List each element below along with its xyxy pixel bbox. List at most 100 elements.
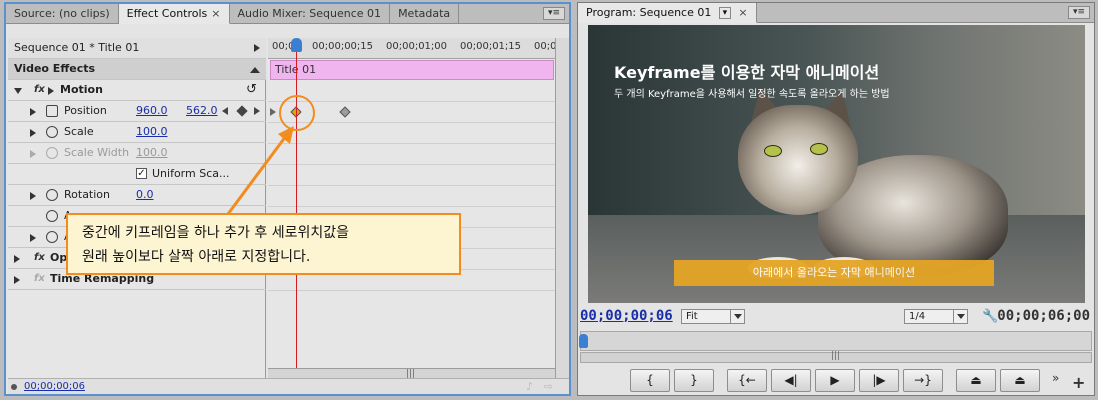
step-forward-button[interactable]: |▶ <box>859 369 899 392</box>
tab-program[interactable]: Program: Sequence 01 ▾ × <box>578 3 757 23</box>
position-label: Position <box>64 104 107 117</box>
playhead-marker-icon <box>11 384 17 390</box>
video-subtitle-text: 두 개의 Keyframe을 사용해서 일정한 속도록 올라오게 하는 방법 <box>614 89 890 100</box>
section-title: Video Effects <box>14 62 96 75</box>
lift-button[interactable]: ⏏ <box>956 369 996 392</box>
rotation-value[interactable]: 0.0 <box>136 185 154 205</box>
row-divider <box>268 206 556 207</box>
scale-value[interactable]: 100.0 <box>136 122 168 142</box>
callout-line-1: 중간에 키프레임을 하나 추가 후 세로위치값을 <box>82 225 349 241</box>
button-editor-plus-icon[interactable]: + <box>1072 373 1085 392</box>
playback-resolution-select[interactable]: 1/4 <box>904 309 968 324</box>
playhead-handle[interactable] <box>291 38 302 52</box>
video-title-text: Keyframe를 이용한 자막 애니메이션 <box>614 63 880 82</box>
scroll-grip-icon: ||| <box>831 351 841 361</box>
chevron-down-icon[interactable] <box>730 310 744 323</box>
rotation-row: Rotation 0.0 <box>8 185 266 206</box>
tab-audio-mixer[interactable]: Audio Mixer: Sequence 01 <box>230 4 391 24</box>
instruction-callout: 중간에 키프레임을 하나 추가 후 세로위치값을 원래 높이보다 살짝 아래로 … <box>66 213 461 275</box>
status-bar: 00;00;00;06 ♪ ⇨ <box>8 378 569 394</box>
stopwatch-icon <box>46 147 58 159</box>
monitor-time-ruler[interactable] <box>579 331 1092 351</box>
sequence-clip-header[interactable]: Sequence 01 * Title 01 <box>8 38 266 59</box>
export-icon: ⇨ <box>543 380 553 393</box>
prev-keyframe-icon[interactable] <box>222 107 228 115</box>
stopwatch-icon[interactable] <box>46 189 58 201</box>
motion-label: Motion <box>60 83 103 96</box>
cat-eye <box>764 145 782 157</box>
panel-menu-icon[interactable]: ▾≡ <box>543 7 565 20</box>
playhead-handle[interactable] <box>579 334 588 348</box>
wrench-icon[interactable]: 🔧 <box>982 309 998 324</box>
stopwatch-icon[interactable] <box>46 231 58 243</box>
mark-in-button[interactable]: { <box>630 369 670 392</box>
expand-chevron-icon[interactable] <box>30 192 36 200</box>
expand-chevron-icon[interactable] <box>30 108 36 116</box>
keyframe-start-marker-icon <box>270 108 276 116</box>
ruler-tick: 00;00;01;15 <box>460 41 522 52</box>
highlight-circle <box>279 95 315 131</box>
close-icon[interactable]: × <box>211 7 220 20</box>
tab-program-label: Program: Sequence 01 <box>586 6 712 19</box>
fx-icon[interactable]: fx <box>34 80 45 100</box>
collapse-up-icon[interactable] <box>250 67 260 73</box>
rotation-label: Rotation <box>64 188 111 201</box>
chevron-down-icon[interactable] <box>953 310 967 323</box>
panel-vertical-scrollbar[interactable] <box>555 38 569 382</box>
tab-source[interactable]: Source: (no clips) <box>6 4 119 24</box>
add-keyframe-icon[interactable] <box>236 105 248 117</box>
current-time-display[interactable]: 00;00;00;06 <box>24 381 85 392</box>
playhead-line <box>296 38 297 368</box>
scale-width-row: Scale Width 100.0 <box>8 143 266 164</box>
more-controls-icon[interactable]: » <box>1052 371 1059 385</box>
position-y-value[interactable]: 562.0 <box>186 101 218 121</box>
motion-effect-row[interactable]: fx Motion ↺ <box>8 80 266 101</box>
fx-icon[interactable]: fx <box>34 248 45 268</box>
cat-head <box>738 105 858 215</box>
expand-chevron-icon[interactable] <box>14 255 20 263</box>
go-to-out-button[interactable]: →} <box>903 369 943 392</box>
sequence-dropdown-icon[interactable]: ▾ <box>718 7 731 19</box>
tab-effect-controls-label: Effect Controls <box>126 7 208 20</box>
close-icon[interactable]: × <box>738 6 747 19</box>
cat-eye <box>810 143 828 155</box>
tab-effect-controls[interactable]: Effect Controls × <box>118 4 230 24</box>
zoom-select[interactable]: Fit <box>681 309 745 324</box>
step-back-button[interactable]: ◀| <box>771 369 811 392</box>
row-divider <box>268 164 556 165</box>
audio-icon: ♪ <box>525 380 533 393</box>
stopwatch-icon[interactable] <box>46 126 58 138</box>
uniform-scale-checkbox[interactable]: ✓ <box>136 168 147 179</box>
reset-icon[interactable]: ↺ <box>246 80 257 100</box>
play-button[interactable]: ▶ <box>815 369 855 392</box>
time-ruler[interactable]: 00;00 00;00;00;15 00;00;01;00 00;00;01;1… <box>268 38 556 59</box>
expanded-chevron-icon[interactable] <box>14 88 22 94</box>
extract-button[interactable]: ⏏ <box>1000 369 1040 392</box>
stopwatch-icon[interactable] <box>46 210 58 222</box>
mark-out-button[interactable]: } <box>674 369 714 392</box>
scale-row: Scale 100.0 <box>8 122 266 143</box>
play-icon[interactable] <box>254 44 260 52</box>
lower-third-title-bar: 아래에서 올라오는 자막 애니메이션 <box>674 260 994 286</box>
clip-bar[interactable]: Title 01 <box>270 60 554 80</box>
position-x-value[interactable]: 960.0 <box>136 101 168 121</box>
expand-chevron-icon[interactable] <box>30 129 36 137</box>
current-timecode[interactable]: 00;00;00;06 <box>580 308 673 324</box>
panel-menu-icon[interactable]: ▾≡ <box>1068 6 1090 19</box>
next-keyframe-icon[interactable] <box>254 107 260 115</box>
scale-width-label: Scale Width <box>64 146 130 159</box>
tab-metadata[interactable]: Metadata <box>390 4 460 24</box>
row-divider <box>268 185 556 186</box>
keyframe-icon[interactable] <box>339 106 351 118</box>
callout-line-2: 원래 높이보다 살짝 아래로 지정합니다. <box>82 249 311 265</box>
monitor-zoom-scrollbar[interactable]: ||| <box>580 351 1092 363</box>
resolution-select-value: 1/4 <box>909 311 926 322</box>
motion-handle-icon <box>48 87 54 95</box>
expand-chevron-icon[interactable] <box>30 234 36 242</box>
scale-label: Scale <box>64 125 94 138</box>
stopwatch-icon[interactable] <box>46 105 58 117</box>
position-row: Position 960.0 562.0 <box>8 101 266 122</box>
ruler-tick: 00;00;01;00 <box>386 41 448 52</box>
expand-chevron-icon[interactable] <box>14 276 20 284</box>
go-to-in-button[interactable]: {← <box>727 369 767 392</box>
